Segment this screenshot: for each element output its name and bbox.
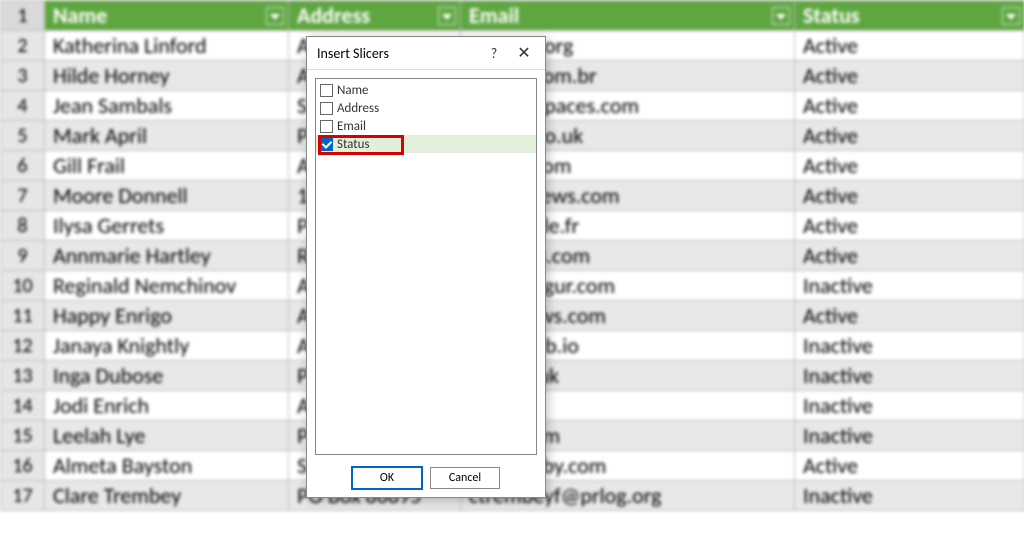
cell-name[interactable]: Jodi Enrich bbox=[45, 391, 289, 421]
cell-status[interactable]: Active bbox=[795, 181, 1024, 211]
row-header[interactable]: 8 bbox=[1, 211, 45, 241]
cell-name[interactable]: Janaya Knightly bbox=[45, 331, 289, 361]
row-header[interactable]: 9 bbox=[1, 241, 45, 271]
row-header[interactable]: 11 bbox=[1, 301, 45, 331]
cell-name[interactable]: Inga Dubose bbox=[45, 361, 289, 391]
row-header[interactable]: 10 bbox=[1, 271, 45, 301]
row-header[interactable]: 7 bbox=[1, 181, 45, 211]
col-header-address[interactable]: Address bbox=[289, 1, 461, 31]
dialog-button-row: OK Cancel bbox=[307, 463, 545, 497]
col-header-email[interactable]: Email bbox=[461, 1, 795, 31]
checkbox-icon[interactable] bbox=[320, 102, 333, 115]
slicer-field-label: Status bbox=[337, 137, 370, 152]
cell-status[interactable]: Active bbox=[795, 31, 1024, 61]
row-header[interactable]: 2 bbox=[1, 31, 45, 61]
cell-status[interactable]: Active bbox=[795, 211, 1024, 241]
slicer-field-email[interactable]: Email bbox=[316, 117, 536, 135]
cell-status[interactable]: Inactive bbox=[795, 331, 1024, 361]
row-header[interactable]: 16 bbox=[1, 451, 45, 481]
filter-icon[interactable] bbox=[772, 7, 790, 25]
cell-name[interactable]: Clare Trembey bbox=[45, 481, 289, 511]
cancel-button[interactable]: Cancel bbox=[430, 467, 500, 489]
cell-status[interactable]: Inactive bbox=[795, 391, 1024, 421]
cell-name[interactable]: Annmarie Hartley bbox=[45, 241, 289, 271]
dialog-titlebar[interactable]: Insert Slicers ? ✕ bbox=[307, 37, 545, 70]
row-header[interactable]: 12 bbox=[1, 331, 45, 361]
slicer-field-label: Name bbox=[337, 83, 368, 98]
help-button[interactable]: ? bbox=[479, 39, 509, 67]
ok-button[interactable]: OK bbox=[352, 467, 422, 489]
cell-name[interactable]: Reginald Nemchinov bbox=[45, 271, 289, 301]
row-header[interactable]: 6 bbox=[1, 151, 45, 181]
cell-status[interactable]: Inactive bbox=[795, 271, 1024, 301]
cell-status[interactable]: Active bbox=[795, 151, 1024, 181]
cell-status[interactable]: Active bbox=[795, 451, 1024, 481]
col-header-status[interactable]: Status bbox=[795, 1, 1024, 31]
dialog-title: Insert Slicers bbox=[317, 45, 479, 62]
slicer-field-label: Address bbox=[337, 101, 379, 116]
row-header[interactable]: 13 bbox=[1, 361, 45, 391]
cell-status[interactable]: Active bbox=[795, 61, 1024, 91]
col-header-name[interactable]: Name bbox=[45, 1, 289, 31]
cell-status[interactable]: Inactive bbox=[795, 361, 1024, 391]
cell-name[interactable]: Jean Sambals bbox=[45, 91, 289, 121]
filter-icon[interactable] bbox=[438, 7, 456, 25]
close-button[interactable]: ✕ bbox=[509, 39, 539, 67]
row-header[interactable]: 15 bbox=[1, 421, 45, 451]
slicer-field-address[interactable]: Address bbox=[316, 99, 536, 117]
slicer-field-list: Name Address Email Status bbox=[315, 78, 537, 455]
row-header-1[interactable]: 1 bbox=[1, 1, 45, 31]
cell-name[interactable]: Hilde Horney bbox=[45, 61, 289, 91]
cell-status[interactable]: Active bbox=[795, 241, 1024, 271]
cell-name[interactable]: Ilysa Gerrets bbox=[45, 211, 289, 241]
cell-name[interactable]: Katherina Linford bbox=[45, 31, 289, 61]
filter-icon[interactable] bbox=[1002, 7, 1020, 25]
slicer-field-status[interactable]: Status bbox=[316, 135, 536, 153]
cell-name[interactable]: Gill Frail bbox=[45, 151, 289, 181]
insert-slicers-dialog: Insert Slicers ? ✕ Name Address Email Statu… bbox=[306, 36, 546, 498]
slicer-field-name[interactable]: Name bbox=[316, 81, 536, 99]
row-header[interactable]: 4 bbox=[1, 91, 45, 121]
cell-name[interactable]: Moore Donnell bbox=[45, 181, 289, 211]
cell-status[interactable]: Active bbox=[795, 301, 1024, 331]
checkbox-icon[interactable] bbox=[320, 120, 333, 133]
row-header[interactable]: 3 bbox=[1, 61, 45, 91]
cell-status[interactable]: Active bbox=[795, 121, 1024, 151]
checkbox-icon[interactable] bbox=[320, 138, 333, 151]
checkbox-icon[interactable] bbox=[320, 84, 333, 97]
cell-name[interactable]: Mark April bbox=[45, 121, 289, 151]
cell-status[interactable]: Inactive bbox=[795, 421, 1024, 451]
filter-icon[interactable] bbox=[266, 7, 284, 25]
cell-status[interactable]: Active bbox=[795, 91, 1024, 121]
row-header[interactable]: 5 bbox=[1, 121, 45, 151]
cell-name[interactable]: Happy Enrigo bbox=[45, 301, 289, 331]
row-header[interactable]: 17 bbox=[1, 481, 45, 511]
row-header[interactable]: 14 bbox=[1, 391, 45, 421]
cell-name[interactable]: Leelah Lye bbox=[45, 421, 289, 451]
slicer-field-label: Email bbox=[337, 119, 366, 134]
cell-name[interactable]: Almeta Bayston bbox=[45, 451, 289, 481]
cell-status[interactable]: Inactive bbox=[795, 481, 1024, 511]
